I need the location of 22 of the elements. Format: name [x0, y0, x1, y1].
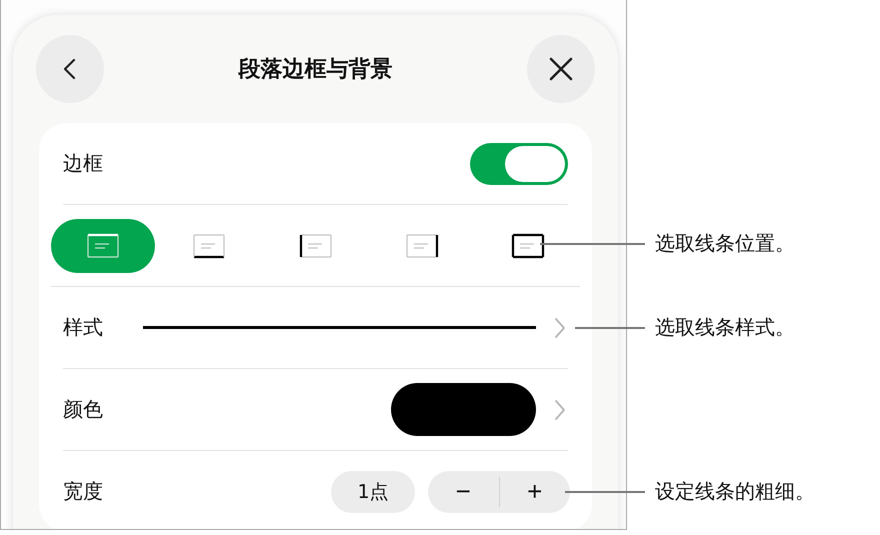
increase-button[interactable]: + — [500, 470, 570, 512]
border-position-icon — [404, 232, 439, 258]
color-label: 颜色 — [63, 396, 104, 423]
border-toggle[interactable] — [470, 142, 568, 184]
border-position-icon — [298, 232, 332, 258]
decrease-button[interactable]: − — [428, 470, 498, 512]
chevron-icon[interactable] — [554, 398, 566, 420]
panel-title: 段落边框与背景 — [238, 56, 392, 84]
border-position-icon — [192, 232, 226, 258]
callout-text: 选取线条样式。 — [655, 314, 795, 341]
style-label: 样式 — [63, 314, 104, 341]
chevron-icon[interactable] — [554, 316, 566, 338]
close-icon — [548, 56, 574, 82]
callout-text: 设定线条的粗细。 — [655, 478, 815, 505]
border-position-icon — [86, 232, 120, 258]
width-label: 宽度 — [63, 478, 104, 505]
color-swatch[interactable] — [391, 383, 536, 436]
width-value[interactable]: 1点 — [331, 470, 415, 512]
leader-line — [575, 327, 645, 329]
border-position-icon — [511, 232, 545, 258]
callout-text: 选取线条位置。 — [655, 230, 795, 257]
border-label: 边框 — [63, 150, 104, 177]
